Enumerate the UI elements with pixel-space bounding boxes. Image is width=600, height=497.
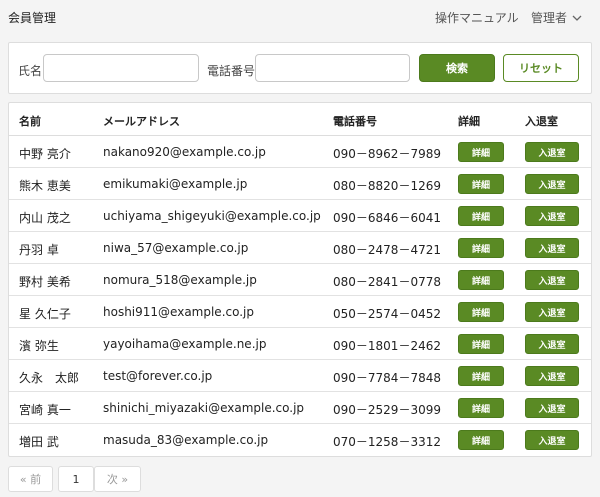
table-row: 宮崎 真一 shinichi_miyazaki@example.co.jp 090－… [9,392,591,424]
members-table: 名前 メールアドレス 電話番号 詳細 入退室 中野 亮介 nakano920@ex… [8,102,592,457]
prev-page-button[interactable]: « 前 [8,466,53,492]
member-email: uchiyama_shigeyuki@example.co.jp [103,209,321,223]
member-phone: 090－6846－6041 [333,211,441,225]
detail-button[interactable]: 詳細 [458,334,504,354]
member-name: 久永 太郎 [19,371,80,385]
entry-exit-button[interactable]: 入退室 [525,430,579,450]
detail-button[interactable]: 詳細 [458,398,504,418]
member-phone: 090－1801－2462 [333,339,441,353]
search-button[interactable]: 検索 [419,54,495,82]
member-email: yayoihama@example.ne.jp [103,337,267,351]
member-email: shinichi_miyazaki@example.co.jp [103,401,305,415]
member-name: 熊木 恵美 [19,179,71,193]
name-input[interactable] [43,54,199,82]
member-name: 星 久仁子 [19,307,71,321]
member-email: nomura_518@example.jp [103,273,257,287]
header-phone: 電話番号 [333,115,377,128]
member-name: 増田 武 [19,435,59,449]
member-name: 宮崎 真一 [19,403,71,417]
member-phone: 080－2841－0778 [333,275,441,289]
member-phone: 070－1258－3312 [333,435,441,449]
header-email: メールアドレス [103,115,180,128]
table-row: 内山 茂之 uchiyama_shigeyuki@example.co.jp 090… [9,200,591,232]
entry-exit-button[interactable]: 入退室 [525,398,579,418]
entry-exit-button[interactable]: 入退室 [525,238,579,258]
member-name: 野村 美希 [19,275,71,289]
table-row: 濱 弥生 yayoihama@example.ne.jp 090－1801－2462… [9,328,591,360]
entry-exit-button[interactable]: 入退室 [525,270,579,290]
page-number-button[interactable]: 1 [58,466,94,492]
member-email: masuda_83@example.co.jp [103,433,269,447]
member-phone: 050－2574－0452 [333,307,441,321]
table-row: 星 久仁子 hoshi911@example.co.jp 050－2574－0452… [9,296,591,328]
chevron-down-icon [570,11,584,25]
member-email: emikumaki@example.jp [103,177,248,191]
table-header: 名前 メールアドレス 電話番号 詳細 入退室 [9,103,591,136]
member-email: test@forever.co.jp [103,369,213,383]
member-name: 中野 亮介 [19,147,71,161]
detail-button[interactable]: 詳細 [458,238,504,258]
app-title: 会員管理 [8,11,57,25]
member-name: 濱 弥生 [19,339,59,353]
entry-exit-button[interactable]: 入退室 [525,302,579,322]
header-room: 入退室 [525,115,558,128]
member-email: nakano920@example.co.jp [103,145,266,159]
detail-button[interactable]: 詳細 [458,142,504,162]
detail-button[interactable]: 詳細 [458,270,504,290]
admin-label: 管理者 [531,11,568,25]
entry-exit-button[interactable]: 入退室 [525,174,579,194]
detail-button[interactable]: 詳細 [458,206,504,226]
member-phone: 090－7784－7848 [333,371,441,385]
search-panel: 氏名 電話番号 検索 リセット [8,42,592,94]
table-row: 久永 太郎 test@forever.co.jp 090－7784－7848 詳細 入退… [9,360,591,392]
detail-button[interactable]: 詳細 [458,430,504,450]
detail-button[interactable]: 詳細 [458,174,504,194]
detail-button[interactable]: 詳細 [458,302,504,322]
reset-button[interactable]: リセット [503,54,579,82]
member-name: 丹羽 卓 [19,243,59,257]
member-email: hoshi911@example.co.jp [103,305,255,319]
table-row: 中野 亮介 nakano920@example.co.jp 090－8962－798… [9,136,591,168]
phone-label: 電話番号 [207,64,256,78]
header-name: 名前 [19,115,41,128]
member-phone: 080－8820－1269 [333,179,441,193]
header-detail: 詳細 [458,115,480,128]
table-row: 野村 美希 nomura_518@example.jp 080－2841－0778 詳… [9,264,591,296]
member-phone: 080－2478－4721 [333,243,441,257]
entry-exit-button[interactable]: 入退室 [525,334,579,354]
table-row: 熊木 恵美 emikumaki@example.jp 080－8820－1269 詳細… [9,168,591,200]
manual-link[interactable]: 操作マニュアル [435,9,519,26]
admin-menu[interactable]: 管理者 [531,9,584,26]
member-phone: 090－2529－3099 [333,403,441,417]
member-email: niwa_57@example.co.jp [103,241,249,255]
entry-exit-button[interactable]: 入退室 [525,142,579,162]
member-name: 内山 茂之 [19,211,71,225]
entry-exit-button[interactable]: 入退室 [525,206,579,226]
table-row: 丹羽 卓 niwa_57@example.co.jp 080－2478－4721 詳細… [9,232,591,264]
table-row: 増田 武 masuda_83@example.co.jp 070－1258－3312… [9,424,591,456]
next-page-button[interactable]: 次 » [94,466,141,492]
top-header: 会員管理 操作マニュアル 管理者 [0,0,600,34]
phone-input[interactable] [255,54,410,82]
detail-button[interactable]: 詳細 [458,366,504,386]
entry-exit-button[interactable]: 入退室 [525,366,579,386]
member-phone: 090－8962－7989 [333,147,441,161]
name-label: 氏名 [18,64,43,78]
